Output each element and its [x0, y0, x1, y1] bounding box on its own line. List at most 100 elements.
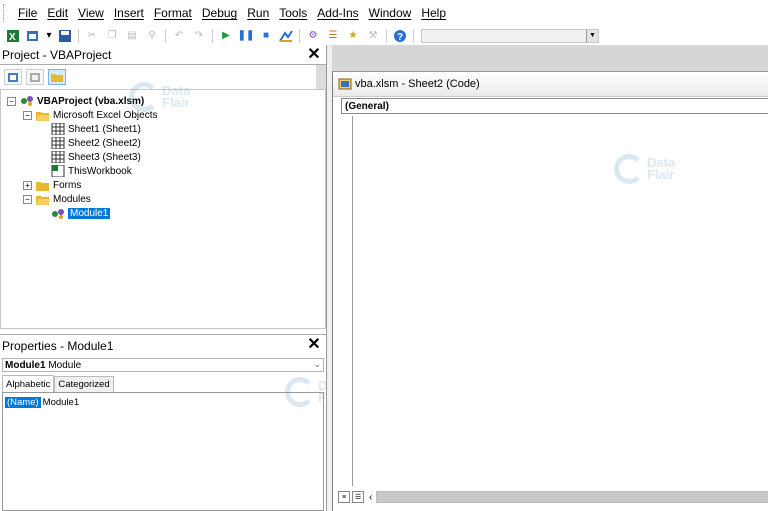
standard-toolbar: X ▾ ✂ ❐ ▤ ⚲ ↶ ↷ ▶ ❚❚ ■ ⚙ ☰ ★ ⚒ ? ▼: [0, 26, 768, 45]
menu-tools[interactable]: Tools: [274, 6, 312, 20]
reset-icon[interactable]: ■: [258, 29, 274, 43]
object-combo-value: (General): [345, 100, 389, 112]
tab-alphabetic[interactable]: Alphabetic: [2, 375, 55, 392]
cut-icon[interactable]: ✂: [84, 29, 100, 43]
expand-icon[interactable]: +: [23, 180, 32, 190]
code-window-title-text: vba.xlsm - Sheet2 (Code): [355, 78, 480, 90]
find-icon[interactable]: ⚲: [144, 29, 160, 43]
paste-icon[interactable]: ▤: [124, 29, 140, 43]
copy-icon[interactable]: ❐: [104, 29, 120, 43]
object-select-type: Module: [48, 359, 82, 371]
tree-label-sheet3: Sheet3 (Sheet3): [68, 151, 141, 163]
property-row-name[interactable]: (Name) Module1: [5, 396, 79, 408]
workbook-icon: [51, 165, 65, 177]
toolbox-icon[interactable]: ⚒: [365, 29, 381, 43]
menu-view[interactable]: View: [73, 6, 109, 20]
tree-item-thisworkbook[interactable]: ThisWorkbook: [51, 164, 132, 178]
scroll-left-icon[interactable]: ‹: [369, 492, 372, 503]
redo-icon[interactable]: ↷: [191, 29, 207, 43]
save-icon[interactable]: [57, 29, 73, 43]
collapse-icon[interactable]: −: [23, 194, 32, 204]
toolbar-separator: [165, 28, 166, 43]
code-editor[interactable]: Data Flair: [354, 116, 768, 486]
menu-debug[interactable]: Debug: [197, 6, 242, 20]
help-icon[interactable]: ?: [392, 29, 408, 43]
menu-edit[interactable]: Edit: [42, 6, 73, 20]
menu-bar: File Edit View Insert Format Debug Run T…: [0, 0, 768, 26]
folder-closed-icon: [36, 179, 50, 191]
menu-file[interactable]: File: [13, 6, 42, 20]
toolbar-separator: [413, 28, 414, 43]
menu-run[interactable]: Run: [242, 6, 274, 20]
menu-insert[interactable]: Insert: [109, 6, 149, 20]
view-code-button[interactable]: [4, 69, 22, 85]
tree-item-forms[interactable]: + Forms: [23, 178, 81, 192]
excel-view-icon[interactable]: X: [5, 29, 21, 43]
break-icon[interactable]: ❚❚: [238, 29, 255, 43]
view-object-button[interactable]: [26, 69, 44, 85]
code-window-bottom-bar: ≡ ☰ ‹: [338, 487, 768, 507]
worksheet-icon: [51, 151, 65, 163]
menu-grip: [3, 4, 7, 22]
worksheet-icon: [51, 137, 65, 149]
properties-panel-close-icon[interactable]: ✕: [306, 337, 322, 353]
folder-open-icon: [36, 109, 50, 121]
undo-icon[interactable]: ↶: [171, 29, 187, 43]
procedure-view-icon[interactable]: ≡: [338, 491, 350, 503]
watermark-logo: DataFlair: [614, 154, 675, 184]
tree-item-sheet3[interactable]: Sheet3 (Sheet3): [51, 150, 141, 164]
tree-label-modules: Modules: [53, 193, 91, 205]
tree-label-thisworkbook: ThisWorkbook: [68, 165, 132, 177]
position-dropdown[interactable]: ▼: [421, 28, 599, 43]
collapse-icon[interactable]: −: [23, 110, 32, 120]
toolbar-separator: [78, 28, 79, 43]
tree-item-modules[interactable]: − Modules: [23, 192, 91, 206]
watermark-text-line2: Flair: [162, 95, 190, 110]
object-combo[interactable]: (General): [341, 98, 768, 114]
properties-window-icon[interactable]: ☰: [325, 29, 341, 43]
project-panel-title: Project - VBAProject ✕: [0, 45, 326, 65]
project-scroll-arrow[interactable]: [316, 65, 326, 89]
collapse-icon[interactable]: −: [7, 96, 16, 106]
toolbar-separator: [386, 28, 387, 43]
dropdown-arrow-icon[interactable]: ▼: [586, 29, 598, 42]
tree-item-sheet1[interactable]: Sheet1 (Sheet1): [51, 122, 141, 136]
toolbar-separator: [299, 28, 300, 43]
tree-label-forms: Forms: [53, 179, 82, 191]
tree-item-vbaproject[interactable]: − VBAProject (vba.xlsm): [7, 94, 144, 108]
tree-label-sheet2: Sheet2 (Sheet2): [68, 137, 141, 149]
project-explorer-icon[interactable]: ⚙: [305, 29, 321, 43]
watermark-logo: DataFlair: [129, 82, 190, 112]
run-icon[interactable]: ▶: [218, 29, 234, 43]
properties-panel-title-text: Properties - Module1: [2, 338, 114, 353]
object-select[interactable]: Module1 Module ⌄: [2, 358, 324, 372]
properties-panel-title: Properties - Module1 ✕: [0, 334, 326, 356]
toolbar-separator: [212, 28, 213, 43]
object-browser-icon[interactable]: ★: [345, 29, 361, 43]
properties-tabs: Alphabetic Categorized: [2, 375, 324, 392]
object-select-name: Module1: [5, 359, 46, 371]
project-panel-close-icon[interactable]: ✕: [306, 47, 322, 63]
menu-help[interactable]: Help: [416, 6, 451, 20]
menu-format[interactable]: Format: [149, 6, 197, 20]
horizontal-scrollbar[interactable]: [376, 491, 768, 503]
properties-grid: (Name) Module1 DataFlair: [2, 377, 346, 511]
vba-project-icon: [20, 95, 34, 107]
tree-item-sheet2[interactable]: Sheet2 (Sheet2): [51, 136, 141, 150]
design-mode-icon[interactable]: [278, 29, 294, 43]
dropdown-arrow-icon[interactable]: ▾: [45, 29, 53, 43]
menu-add-ins[interactable]: Add-Ins: [312, 6, 363, 20]
svg-text:?: ?: [397, 32, 403, 43]
menu-window[interactable]: Window: [364, 6, 417, 20]
toggle-folders-button[interactable]: [48, 69, 66, 85]
code-window-icon: [338, 78, 352, 90]
tree-label-module1: Module1: [68, 207, 111, 219]
tab-categorized[interactable]: Categorized: [54, 376, 114, 392]
property-value[interactable]: Module1: [43, 397, 79, 408]
property-name: (Name): [5, 396, 41, 408]
chevron-down-icon[interactable]: ⌄: [313, 359, 321, 370]
tree-label-sheet1: Sheet1 (Sheet1): [68, 123, 141, 135]
full-module-view-icon[interactable]: ☰: [352, 491, 364, 503]
insert-userform-icon[interactable]: [25, 29, 41, 43]
tree-item-module1[interactable]: Module1: [51, 206, 111, 220]
